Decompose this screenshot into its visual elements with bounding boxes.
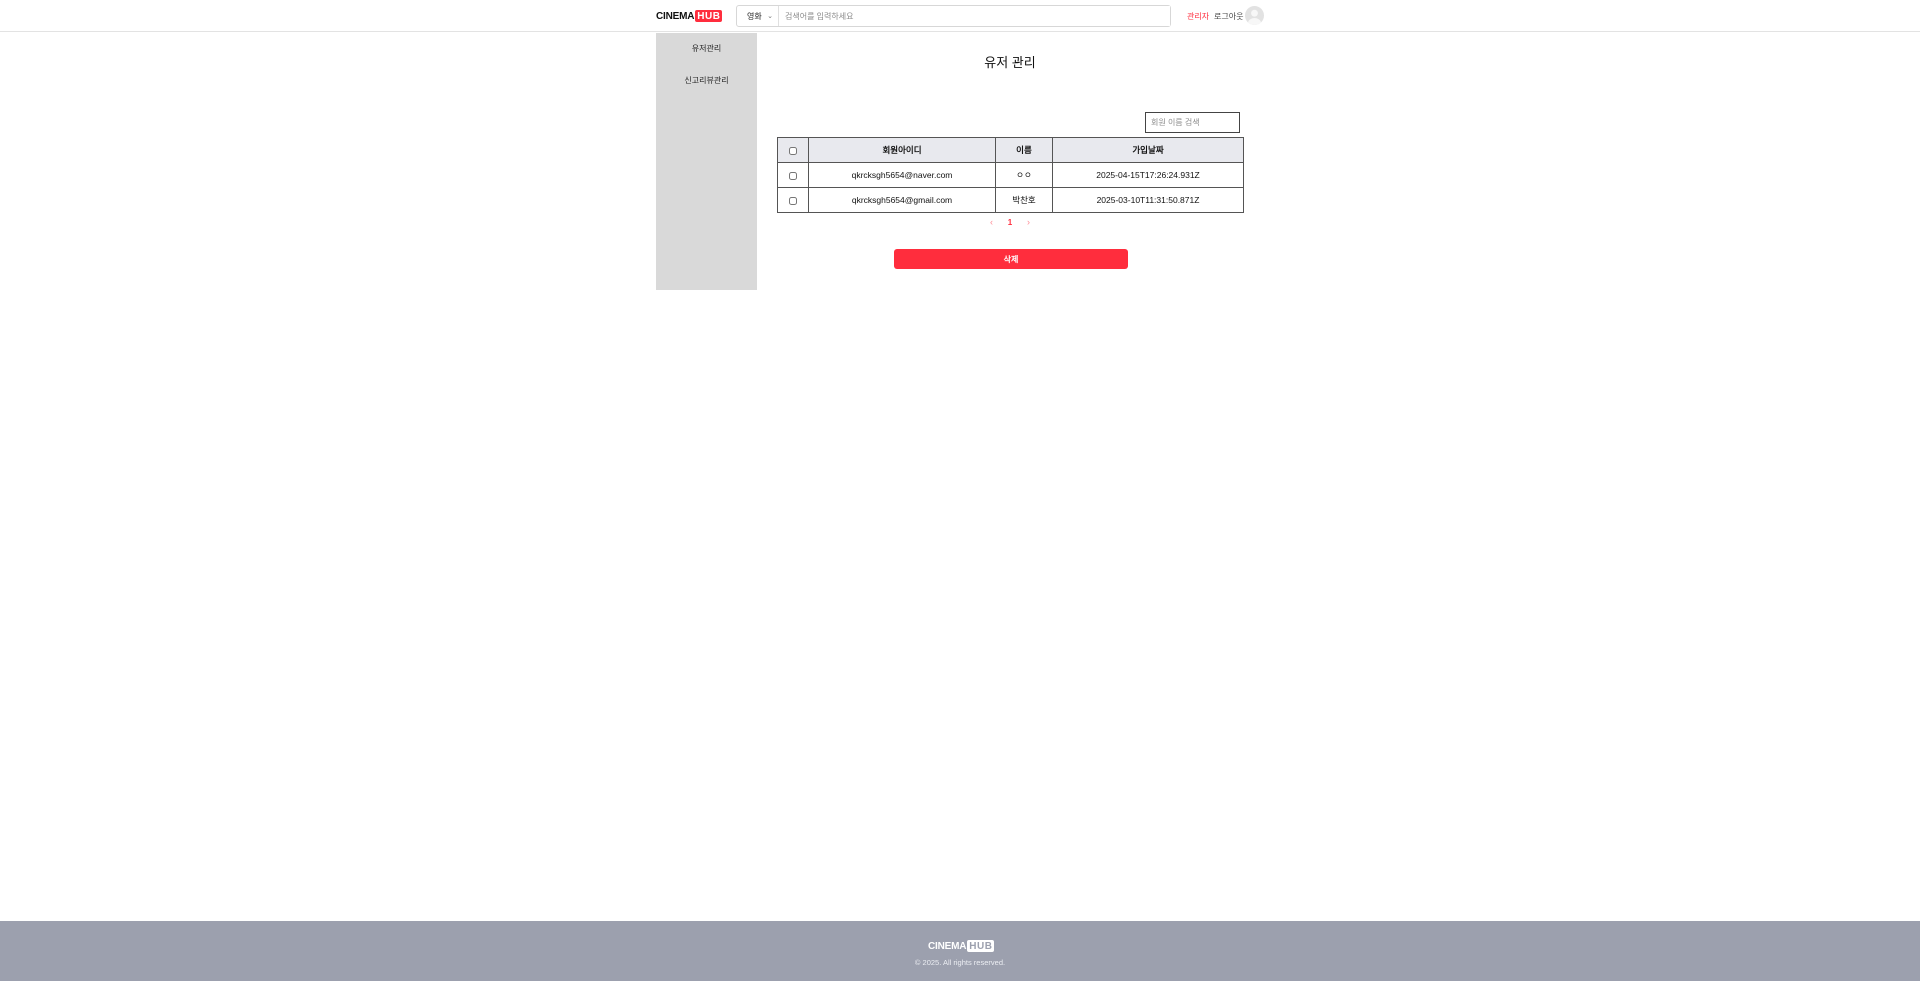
member-name-search-input[interactable]: [1145, 112, 1240, 133]
user-avatar-icon: [1248, 9, 1261, 25]
select-all-checkbox[interactable]: [789, 146, 797, 155]
table-row: qkrcksgh5654@naver.com ㅇㅇ 2025-04-15T17:…: [777, 162, 1244, 188]
member-id-cell: qkrcksgh5654@naver.com: [808, 162, 996, 188]
footer-logo: CINEMA HUB: [928, 939, 995, 953]
search-category-select[interactable]: 영화 ⌄: [737, 6, 779, 26]
join-date-cell: 2025-03-10T11:31:50.871Z: [1052, 187, 1244, 213]
row-select-cell: [777, 187, 809, 213]
delete-button[interactable]: 삭제: [894, 249, 1128, 269]
footer: CINEMA HUB © 2025. All rights reserved.: [0, 921, 1920, 981]
column-header-member-id: 회원아이디: [808, 137, 996, 163]
pagination: ‹ 1 ›: [990, 217, 1030, 227]
cinemahub-logo[interactable]: CINEMA HUB: [656, 9, 723, 23]
search-bar: 영화 ⌄: [736, 5, 1171, 27]
chevron-right-icon[interactable]: ›: [1027, 217, 1030, 227]
sidebar-item-user-management[interactable]: 유저관리: [656, 43, 757, 54]
top-header: CINEMA HUB 영화 ⌄ 관리자 로그아웃: [0, 0, 1920, 32]
page-title: 유저 관리: [984, 55, 1036, 70]
search-input[interactable]: [779, 6, 1170, 26]
member-id-cell: qkrcksgh5654@gmail.com: [808, 187, 996, 213]
column-header-name: 이름: [995, 137, 1053, 163]
member-name-cell: 박찬호: [995, 187, 1053, 213]
row-checkbox[interactable]: [789, 196, 797, 205]
column-header-join-date: 가입날짜: [1052, 137, 1244, 163]
select-all-cell: [777, 137, 809, 163]
table-header-row: 회원아이디 이름 가입날짜: [777, 137, 1244, 163]
row-select-cell: [777, 162, 809, 188]
admin-link[interactable]: 관리자: [1187, 11, 1209, 22]
page-number-current[interactable]: 1: [1008, 218, 1012, 227]
logout-link[interactable]: 로그아웃: [1214, 11, 1243, 22]
user-table: 회원아이디 이름 가입날짜 qkrcksgh5654@naver.com ㅇㅇ …: [777, 137, 1244, 213]
row-checkbox[interactable]: [789, 171, 797, 180]
footer-logo-text-hub: HUB: [967, 940, 995, 952]
join-date-cell: 2025-04-15T17:26:24.931Z: [1052, 162, 1244, 188]
search-category-value: 영화: [747, 11, 762, 21]
logo-text-hub: HUB: [695, 10, 723, 22]
chevron-down-icon: ⌄: [767, 13, 773, 20]
logo-text-cinema: CINEMA: [656, 10, 695, 22]
footer-logo-text-cinema: CINEMA: [928, 940, 967, 952]
admin-sidebar: 유저관리 신고리뷰관리: [656, 33, 757, 290]
copyright-text: © 2025. All rights reserved.: [914, 958, 1006, 967]
avatar[interactable]: [1245, 6, 1264, 25]
member-name-cell: ㅇㅇ: [995, 162, 1053, 188]
chevron-left-icon[interactable]: ‹: [990, 217, 993, 227]
sidebar-item-reported-reviews[interactable]: 신고리뷰관리: [656, 75, 757, 86]
table-row: qkrcksgh5654@gmail.com 박찬호 2025-03-10T11…: [777, 187, 1244, 213]
